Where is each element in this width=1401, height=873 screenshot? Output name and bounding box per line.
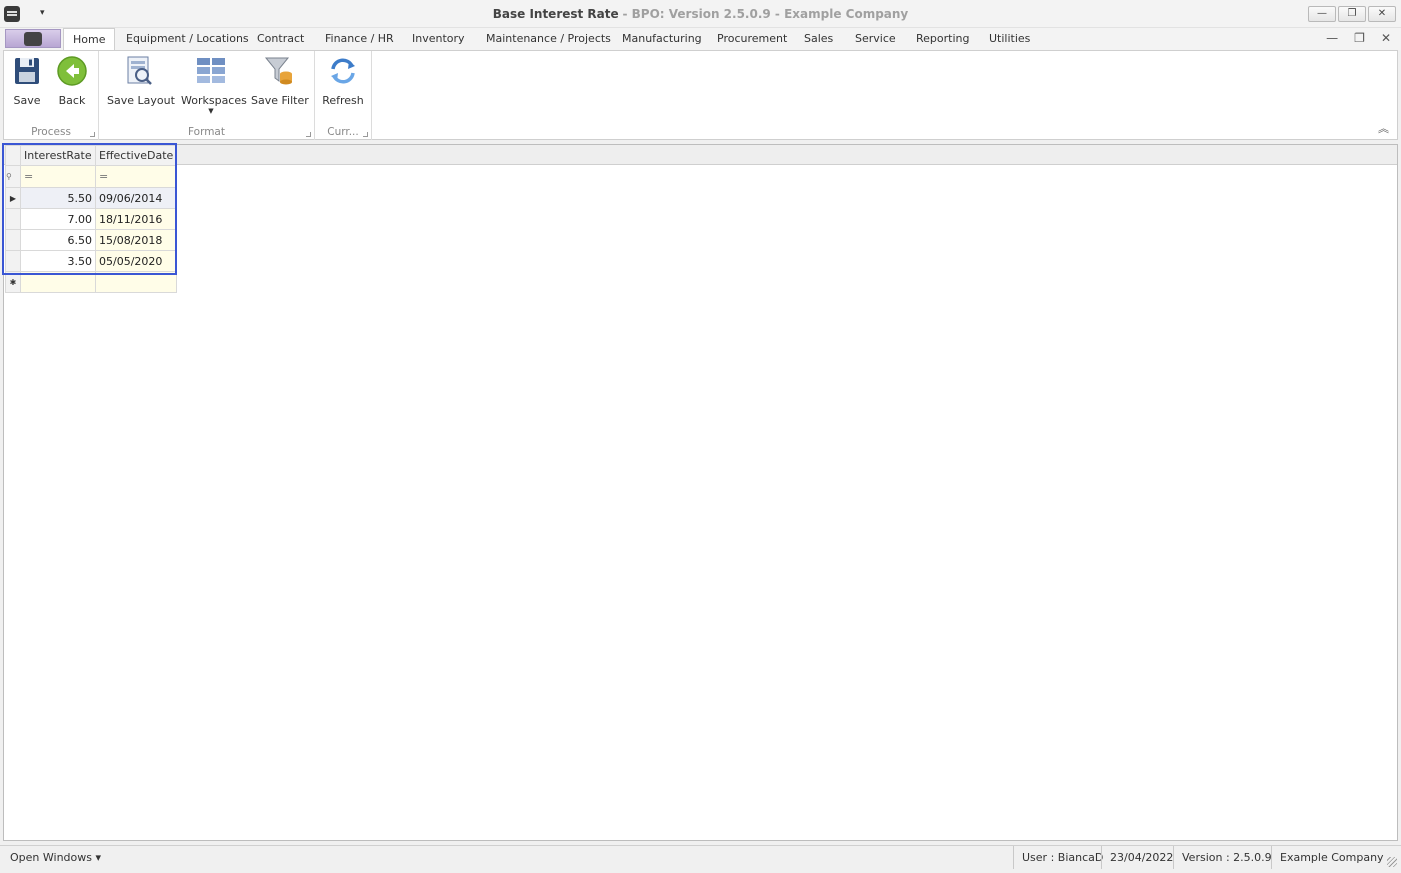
back-arrow-icon — [57, 56, 87, 86]
row-indicator[interactable] — [5, 250, 21, 272]
save-button[interactable]: Save — [10, 55, 44, 107]
save-filter-funnel-icon — [264, 57, 292, 85]
new-row-icon: ✱ — [5, 271, 21, 293]
cell-effective-date[interactable]: 18/11/2016 — [94, 208, 178, 230]
close-button[interactable]: ✕ — [1368, 6, 1396, 22]
format-group-expander-icon[interactable] — [306, 132, 311, 137]
interest-rate-grid: InterestRate EffectiveDate ⚲ = = ▶ 5.50 … — [5, 145, 178, 293]
ribbon-group-current: Refresh Curr... — [315, 51, 372, 140]
filter-row-icon: ⚲ — [5, 165, 21, 188]
minimize-button[interactable]: — — [1308, 6, 1336, 22]
table-row[interactable]: ▶ 5.50 09/06/2014 — [5, 187, 178, 209]
table-row[interactable]: 7.00 18/11/2016 — [5, 208, 178, 230]
workspaces-grid-icon — [197, 58, 225, 83]
table-row[interactable]: 3.50 05/05/2020 — [5, 250, 178, 272]
grid-corner[interactable] — [5, 145, 21, 166]
mdi-close-button[interactable]: ✕ — [1381, 31, 1391, 45]
save-filter-label: Save Filter — [251, 94, 309, 107]
grid-workspace: InterestRate EffectiveDate ⚲ = = ▶ 5.50 … — [2, 143, 1398, 841]
ribbon-group-label-process: Process — [31, 126, 71, 138]
tab-equipment-locations[interactable]: Equipment / Locations — [126, 32, 249, 45]
current-row-indicator-icon: ▶ — [5, 187, 21, 209]
save-layout-icon — [127, 56, 152, 85]
current-group-expander-icon[interactable] — [363, 132, 368, 137]
ribbon-tabs: Home Equipment / Locations Contract Fina… — [0, 28, 1401, 51]
ribbon-group-format: Save Layout Workspaces ▼ Save Filter For… — [99, 51, 315, 140]
refresh-icon — [331, 58, 355, 84]
tab-manufacturing[interactable]: Manufacturing — [622, 32, 702, 45]
open-windows-dropdown[interactable]: Open Windows ▾ — [10, 851, 101, 864]
cell-interest-rate[interactable]: 6.50 — [20, 229, 96, 251]
status-bar: Open Windows ▾ User : BiancaD 23/04/2022… — [0, 845, 1401, 869]
floppy-disk-icon — [15, 58, 39, 84]
refresh-button[interactable]: Refresh — [320, 55, 366, 107]
tab-service[interactable]: Service — [855, 32, 896, 45]
table-row[interactable]: 6.50 15/08/2018 — [5, 229, 178, 251]
workspaces-label: Workspaces — [181, 94, 247, 107]
save-filter-button[interactable]: Save Filter — [251, 55, 309, 107]
tab-maintenance-projects[interactable]: Maintenance / Projects — [486, 32, 611, 45]
ribbon-panel: Save Back Process Save Layout Workspaces… — [3, 50, 1398, 140]
ribbon-group-process: Save Back Process — [4, 51, 99, 140]
status-user: User : BiancaD — [1013, 846, 1111, 869]
tab-finance-hr[interactable]: Finance / HR — [325, 32, 394, 45]
cell-effective-date[interactable]: 15/08/2018 — [94, 229, 178, 251]
filter-cell-interest-rate[interactable]: = — [20, 165, 96, 188]
tab-reporting[interactable]: Reporting — [916, 32, 969, 45]
new-item-row[interactable]: ✱ — [5, 271, 178, 293]
row-indicator[interactable] — [5, 229, 21, 251]
window-title: Base Interest Rate - BPO: Version 2.5.0.… — [0, 7, 1401, 21]
tab-home[interactable]: Home — [63, 28, 116, 51]
tab-sales[interactable]: Sales — [804, 32, 833, 45]
window-title-main: Base Interest Rate — [492, 7, 619, 21]
grid-header-row: InterestRate EffectiveDate — [5, 145, 178, 166]
process-group-expander-icon[interactable] — [90, 132, 95, 137]
back-button[interactable]: Back — [54, 55, 90, 107]
cell-effective-date[interactable]: 09/06/2014 — [94, 187, 178, 209]
tab-contract[interactable]: Contract — [257, 32, 304, 45]
tab-inventory[interactable]: Inventory — [412, 32, 465, 45]
mdi-minimize-button[interactable]: — — [1326, 31, 1338, 45]
grid-header-strip — [4, 145, 1397, 165]
cell-interest-rate[interactable]: 7.00 — [20, 208, 96, 230]
new-cell-interest-rate[interactable] — [20, 271, 96, 293]
title-bar: ▾ Base Interest Rate - BPO: Version 2.5.… — [0, 0, 1401, 28]
back-button-label: Back — [58, 94, 86, 107]
cell-interest-rate[interactable]: 3.50 — [20, 250, 96, 272]
app-menu-logo-icon — [24, 32, 42, 46]
window-controls: — ❐ ✕ — [1308, 6, 1396, 22]
application-menu-button[interactable] — [5, 29, 61, 48]
status-date: 23/04/2022 — [1101, 846, 1181, 869]
workspaces-dropdown-arrow-icon: ▼ — [208, 107, 214, 115]
column-header-effective-date[interactable]: EffectiveDate — [94, 145, 178, 166]
new-cell-effective-date[interactable] — [94, 271, 178, 293]
resize-grip-icon[interactable] — [1387, 857, 1397, 867]
tab-procurement[interactable]: Procurement — [717, 32, 787, 45]
save-layout-button[interactable]: Save Layout — [107, 55, 175, 107]
status-version: Version : 2.5.0.9 — [1173, 846, 1280, 869]
column-header-interest-rate[interactable]: InterestRate — [20, 145, 96, 166]
save-layout-label: Save Layout — [107, 94, 175, 107]
status-company: Example Company — [1271, 846, 1392, 869]
collapse-ribbon-icon[interactable]: ︽ — [1378, 120, 1389, 136]
filter-cell-effective-date[interactable]: = — [94, 165, 178, 188]
ribbon-group-label-format: Format — [187, 126, 225, 138]
maximize-button[interactable]: ❐ — [1338, 6, 1366, 22]
mdi-controls: — ❐ ✕ — [1326, 31, 1391, 45]
mdi-restore-button[interactable]: ❐ — [1354, 31, 1365, 45]
window-title-sub: - BPO: Version 2.5.0.9 - Example Company — [622, 7, 909, 21]
cell-effective-date[interactable]: 05/05/2020 — [94, 250, 178, 272]
refresh-label: Refresh — [322, 94, 364, 107]
row-indicator[interactable] — [5, 208, 21, 230]
auto-filter-row: ⚲ = = — [5, 165, 178, 188]
save-button-label: Save — [13, 94, 41, 107]
cell-interest-rate[interactable]: 5.50 — [20, 187, 96, 209]
tab-utilities[interactable]: Utilities — [989, 32, 1030, 45]
workspaces-dropdown-button[interactable]: Workspaces ▼ — [181, 55, 247, 115]
